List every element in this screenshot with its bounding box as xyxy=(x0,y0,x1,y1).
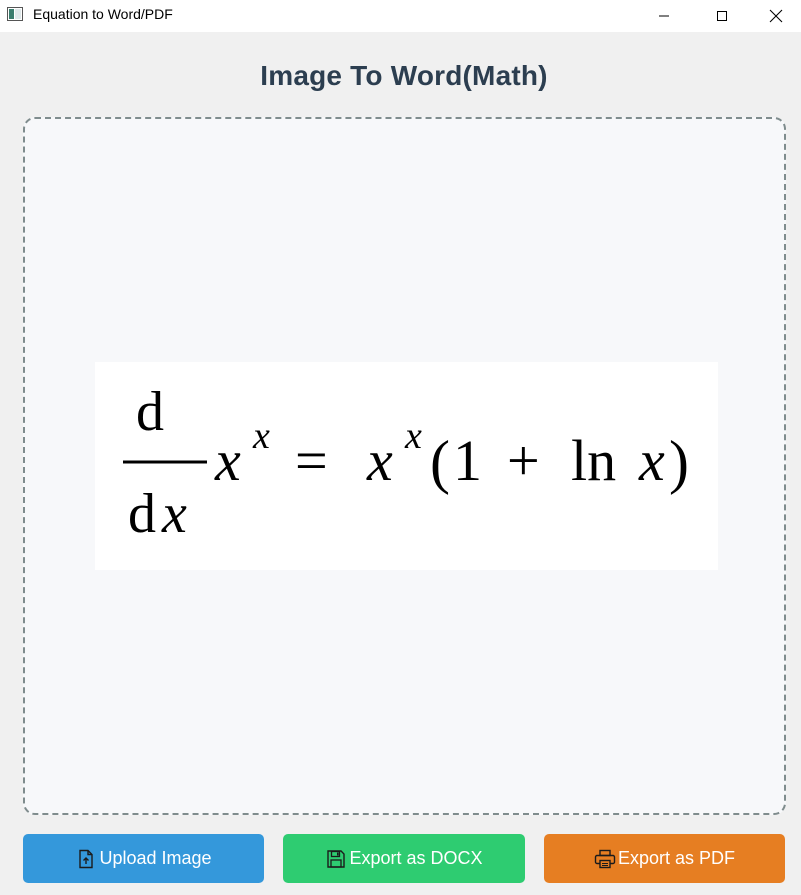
printer-icon xyxy=(594,848,616,870)
close-icon xyxy=(769,9,783,23)
denominator-d: d xyxy=(128,483,156,545)
denominator-x: x xyxy=(161,483,187,545)
export-docx-button[interactable]: Export as DOCX xyxy=(283,834,525,883)
window-title: Equation to Word/PDF xyxy=(33,6,173,22)
app-icon xyxy=(7,7,23,21)
export-docx-label: Export as DOCX xyxy=(349,848,483,868)
title-bar: Equation to Word/PDF xyxy=(0,0,801,32)
file-upload-icon xyxy=(75,848,97,870)
upload-image-button[interactable]: Upload Image xyxy=(23,834,264,883)
one: 1 xyxy=(453,428,482,493)
exponent-x-right: x xyxy=(404,415,422,457)
plus-sign: + xyxy=(507,428,540,493)
export-pdf-button[interactable]: Export as PDF xyxy=(544,834,785,883)
export-pdf-label: Export as PDF xyxy=(617,848,736,868)
maximize-icon xyxy=(717,11,727,21)
equals-sign: = xyxy=(295,428,328,493)
maximize-button[interactable] xyxy=(693,0,751,32)
image-drop-zone[interactable]: d d x x x = x x ( 1 + ln x ) xyxy=(23,117,786,815)
ln-argument: x xyxy=(638,428,665,493)
equation-render: d d x x x = x x ( 1 + ln x ) xyxy=(123,381,689,545)
close-button[interactable] xyxy=(751,0,801,32)
open-paren: ( xyxy=(430,429,450,495)
page-title: Image To Word(Math) xyxy=(260,60,548,91)
upload-image-label: Upload Image xyxy=(99,848,212,868)
base-x-left: x xyxy=(214,428,241,493)
minimize-icon xyxy=(659,15,669,17)
minimize-button[interactable] xyxy=(635,0,693,32)
save-icon xyxy=(325,848,347,870)
exponent-x-left: x xyxy=(252,415,270,457)
base-x-right: x xyxy=(366,428,393,493)
equation-image: d d x x x = x x ( 1 + ln x ) xyxy=(95,362,718,570)
numerator: d xyxy=(136,381,164,443)
ln-function: ln xyxy=(571,428,616,493)
close-paren: ) xyxy=(669,429,689,495)
app-window: Equation to Word/PDF Image To Word(Math)… xyxy=(0,0,801,895)
